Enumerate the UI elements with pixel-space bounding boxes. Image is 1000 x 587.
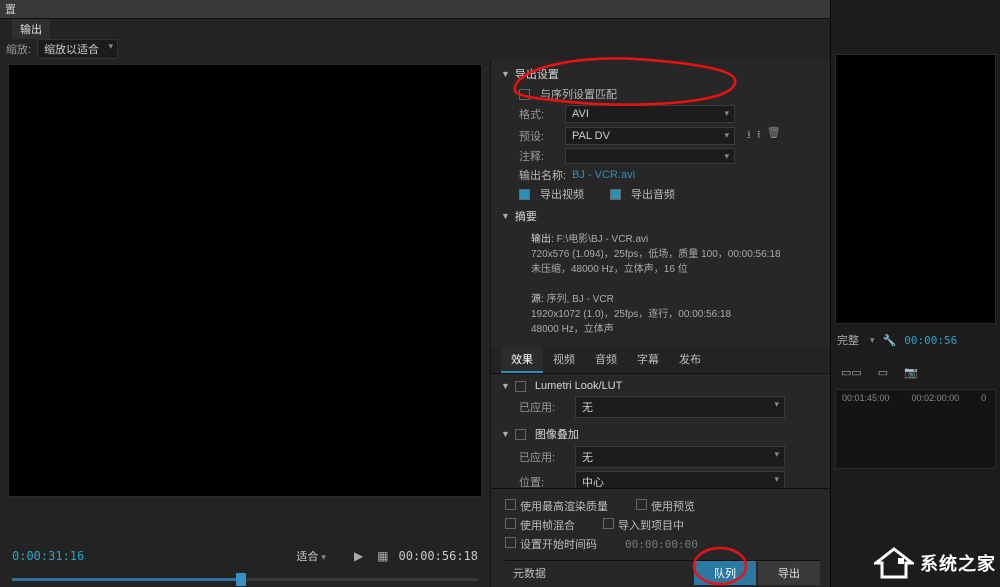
export-button[interactable]: 导出 (758, 561, 820, 585)
format-dropdown[interactable]: AVI (565, 105, 735, 123)
scrub-track[interactable] (12, 578, 478, 581)
crop-icon[interactable]: ▦ (377, 549, 388, 563)
import-preset-icon[interactable]: ⭱ (757, 126, 761, 145)
export-audio-checkbox[interactable] (610, 189, 621, 200)
start-tc-value: 00:00:00:00 (625, 538, 698, 551)
tab-video[interactable]: 视频 (543, 347, 585, 373)
watermark: 系统之家 (874, 547, 996, 579)
max-quality-checkbox[interactable] (505, 499, 516, 510)
save-preset-icon[interactable]: ⭳ (747, 126, 751, 145)
timecode-current[interactable]: 0:00:31:16 (12, 549, 84, 563)
bg-timeline[interactable]: 00:01:45:0000:02:00:000 (835, 389, 996, 469)
preview-viewport (8, 64, 482, 497)
metadata-button[interactable]: 元数据 (505, 561, 554, 585)
summary-header: 摘要 (515, 208, 537, 224)
bg-monitor (835, 54, 996, 324)
export-settings-header: 导出设置 (515, 66, 559, 82)
frame-blend-checkbox[interactable] (505, 518, 516, 529)
lumetri-applied-dropdown[interactable]: 无 (575, 396, 785, 418)
queue-button[interactable]: 队列 (694, 561, 756, 585)
preset-label: 预设: (519, 128, 559, 144)
match-sequence-label: 与序列设置匹配 (540, 86, 617, 102)
output-name-label: 输出名称: (519, 167, 566, 183)
use-preview-checkbox[interactable] (636, 499, 647, 510)
scale-dropdown[interactable]: 缩放以适合 (37, 39, 118, 59)
tab-audio[interactable]: 音频 (585, 347, 627, 373)
collapse-icon[interactable]: ▼ (501, 69, 510, 79)
background-app: 完整▾🔧00:00:56 ▭▭▭📷 00:01:45:0000:02:00:00… (830, 0, 1000, 587)
overlay-header: 图像叠加 (535, 426, 579, 442)
play-icon[interactable]: ▶ (354, 549, 363, 563)
delete-preset-icon[interactable]: 🗑 (767, 126, 781, 145)
camera-icon[interactable]: 📷 (904, 366, 918, 379)
mark-icon[interactable]: ▭ (878, 366, 888, 379)
wrench-icon[interactable]: 🔧 (883, 334, 897, 347)
window-title: 置 (5, 1, 16, 17)
tab-publish[interactable]: 发布 (669, 347, 711, 373)
format-label: 格式: (519, 106, 559, 122)
scale-label: 缩放: (6, 41, 31, 57)
summary-block: 输出: F:\电影\BJ - VCR.avi 720x576 (1.094)，2… (501, 228, 822, 343)
tab-effects[interactable]: 效果 (501, 347, 543, 373)
preset-dropdown[interactable]: PAL DV (565, 127, 735, 145)
bg-fit-dropdown[interactable]: 完整 (837, 332, 859, 348)
import-project-checkbox[interactable] (603, 518, 614, 529)
overlay-checkbox[interactable] (515, 429, 526, 440)
overlay-position-dropdown[interactable]: 中心 (575, 471, 785, 488)
fit-dropdown[interactable]: 适合▾ (296, 548, 326, 564)
snap-icon[interactable]: ▭▭ (841, 366, 862, 379)
comment-input[interactable] (565, 148, 735, 164)
bg-timecode: 00:00:56 (904, 334, 957, 347)
export-video-checkbox[interactable] (519, 189, 530, 200)
lumetri-checkbox[interactable] (515, 381, 526, 392)
collapse-icon[interactable]: ▼ (501, 211, 510, 221)
lumetri-header: Lumetri Look/LUT (535, 380, 622, 392)
playhead-icon[interactable] (236, 573, 246, 586)
set-start-tc-checkbox[interactable] (505, 537, 516, 548)
tab-output[interactable]: 输出 (12, 19, 50, 39)
match-sequence-checkbox[interactable] (519, 89, 530, 100)
overlay-applied-dropdown[interactable]: 无 (575, 446, 785, 468)
output-name-link[interactable]: BJ - VCR.avi (572, 169, 635, 181)
tab-captions[interactable]: 字幕 (627, 347, 669, 373)
timecode-duration: 00:00:56:18 (399, 549, 478, 563)
comment-label: 注释: (519, 148, 559, 164)
